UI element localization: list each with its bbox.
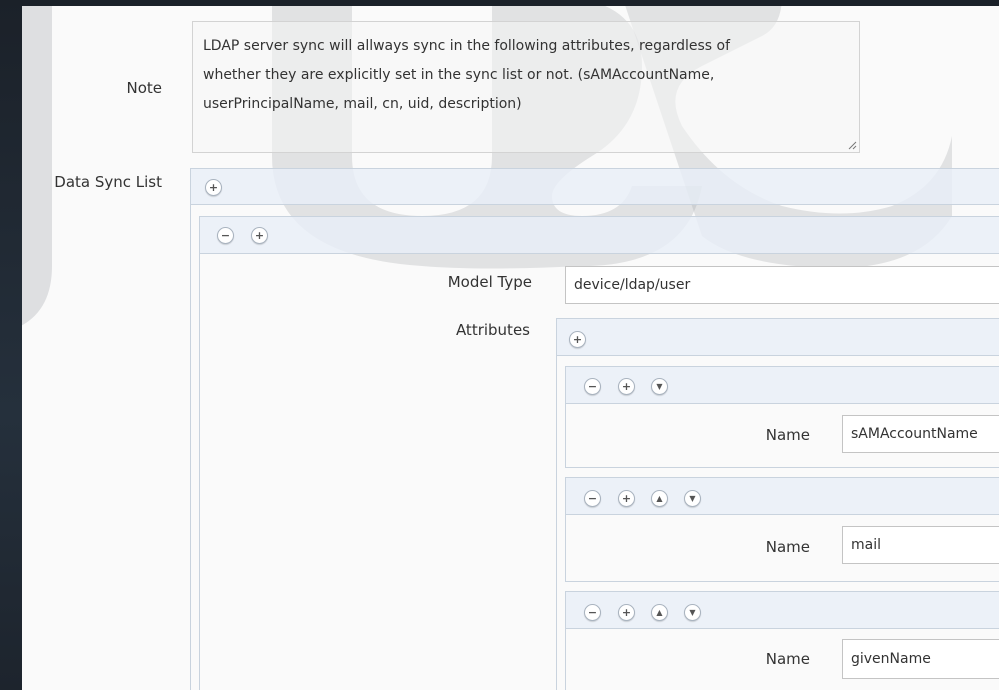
plus-circle-icon[interactable]: + bbox=[569, 331, 586, 348]
form-content: Note LDAP server sync will allways sync … bbox=[22, 6, 999, 690]
minus-circle-icon[interactable]: − bbox=[217, 227, 234, 244]
move-up-icon[interactable]: ▲ bbox=[651, 490, 668, 507]
attribute-name-field[interactable]: mail bbox=[842, 526, 999, 564]
form-panel: Note LDAP server sync will allways sync … bbox=[22, 6, 999, 690]
move-down-icon[interactable]: ▼ bbox=[684, 604, 701, 621]
move-up-icon[interactable]: ▲ bbox=[651, 604, 668, 621]
data-sync-list-label: Data Sync List bbox=[54, 173, 162, 191]
attribute-item-header: − + ▲ ▼ bbox=[565, 477, 999, 515]
model-type-label: Model Type bbox=[447, 273, 532, 291]
plus-circle-icon[interactable]: + bbox=[251, 227, 268, 244]
move-down-icon[interactable]: ▼ bbox=[684, 490, 701, 507]
model-type-field[interactable]: device/ldap/user bbox=[565, 266, 999, 304]
minus-circle-icon[interactable]: − bbox=[584, 490, 601, 507]
note-line-1: LDAP server sync will allways sync in th… bbox=[203, 38, 731, 54]
attribute-name-label: Name bbox=[765, 650, 810, 668]
minus-circle-icon[interactable]: − bbox=[584, 604, 601, 621]
note-textarea[interactable]: LDAP server sync will allways sync in th… bbox=[192, 21, 860, 153]
attribute-item-header: − + ▼ bbox=[565, 366, 999, 404]
note-label: Note bbox=[126, 79, 162, 97]
minus-circle-icon[interactable]: − bbox=[584, 378, 601, 395]
attribute-item-header: − + ▲ ▼ bbox=[565, 591, 999, 629]
window-left-frame bbox=[0, 0, 22, 690]
plus-circle-icon[interactable]: + bbox=[618, 378, 635, 395]
attribute-name-label: Name bbox=[765, 426, 810, 444]
note-line-2: whether they are explicitly set in the s… bbox=[203, 67, 715, 83]
attribute-name-field[interactable]: sAMAccountName bbox=[842, 415, 999, 453]
attribute-name-field[interactable]: givenName bbox=[842, 639, 999, 679]
attributes-header: + bbox=[556, 318, 999, 356]
data-sync-list-header: + bbox=[190, 168, 999, 205]
attributes-label: Attributes bbox=[455, 321, 530, 339]
resize-grip-icon[interactable] bbox=[848, 141, 857, 150]
plus-circle-icon[interactable]: + bbox=[618, 490, 635, 507]
note-line-3: userPrincipalName, mail, cn, uid, descri… bbox=[203, 96, 522, 112]
move-down-icon[interactable]: ▼ bbox=[651, 378, 668, 395]
plus-circle-icon[interactable]: + bbox=[618, 604, 635, 621]
attribute-name-label: Name bbox=[765, 538, 810, 556]
plus-circle-icon[interactable]: + bbox=[205, 179, 222, 196]
sync-entry-header: − + bbox=[199, 216, 999, 254]
